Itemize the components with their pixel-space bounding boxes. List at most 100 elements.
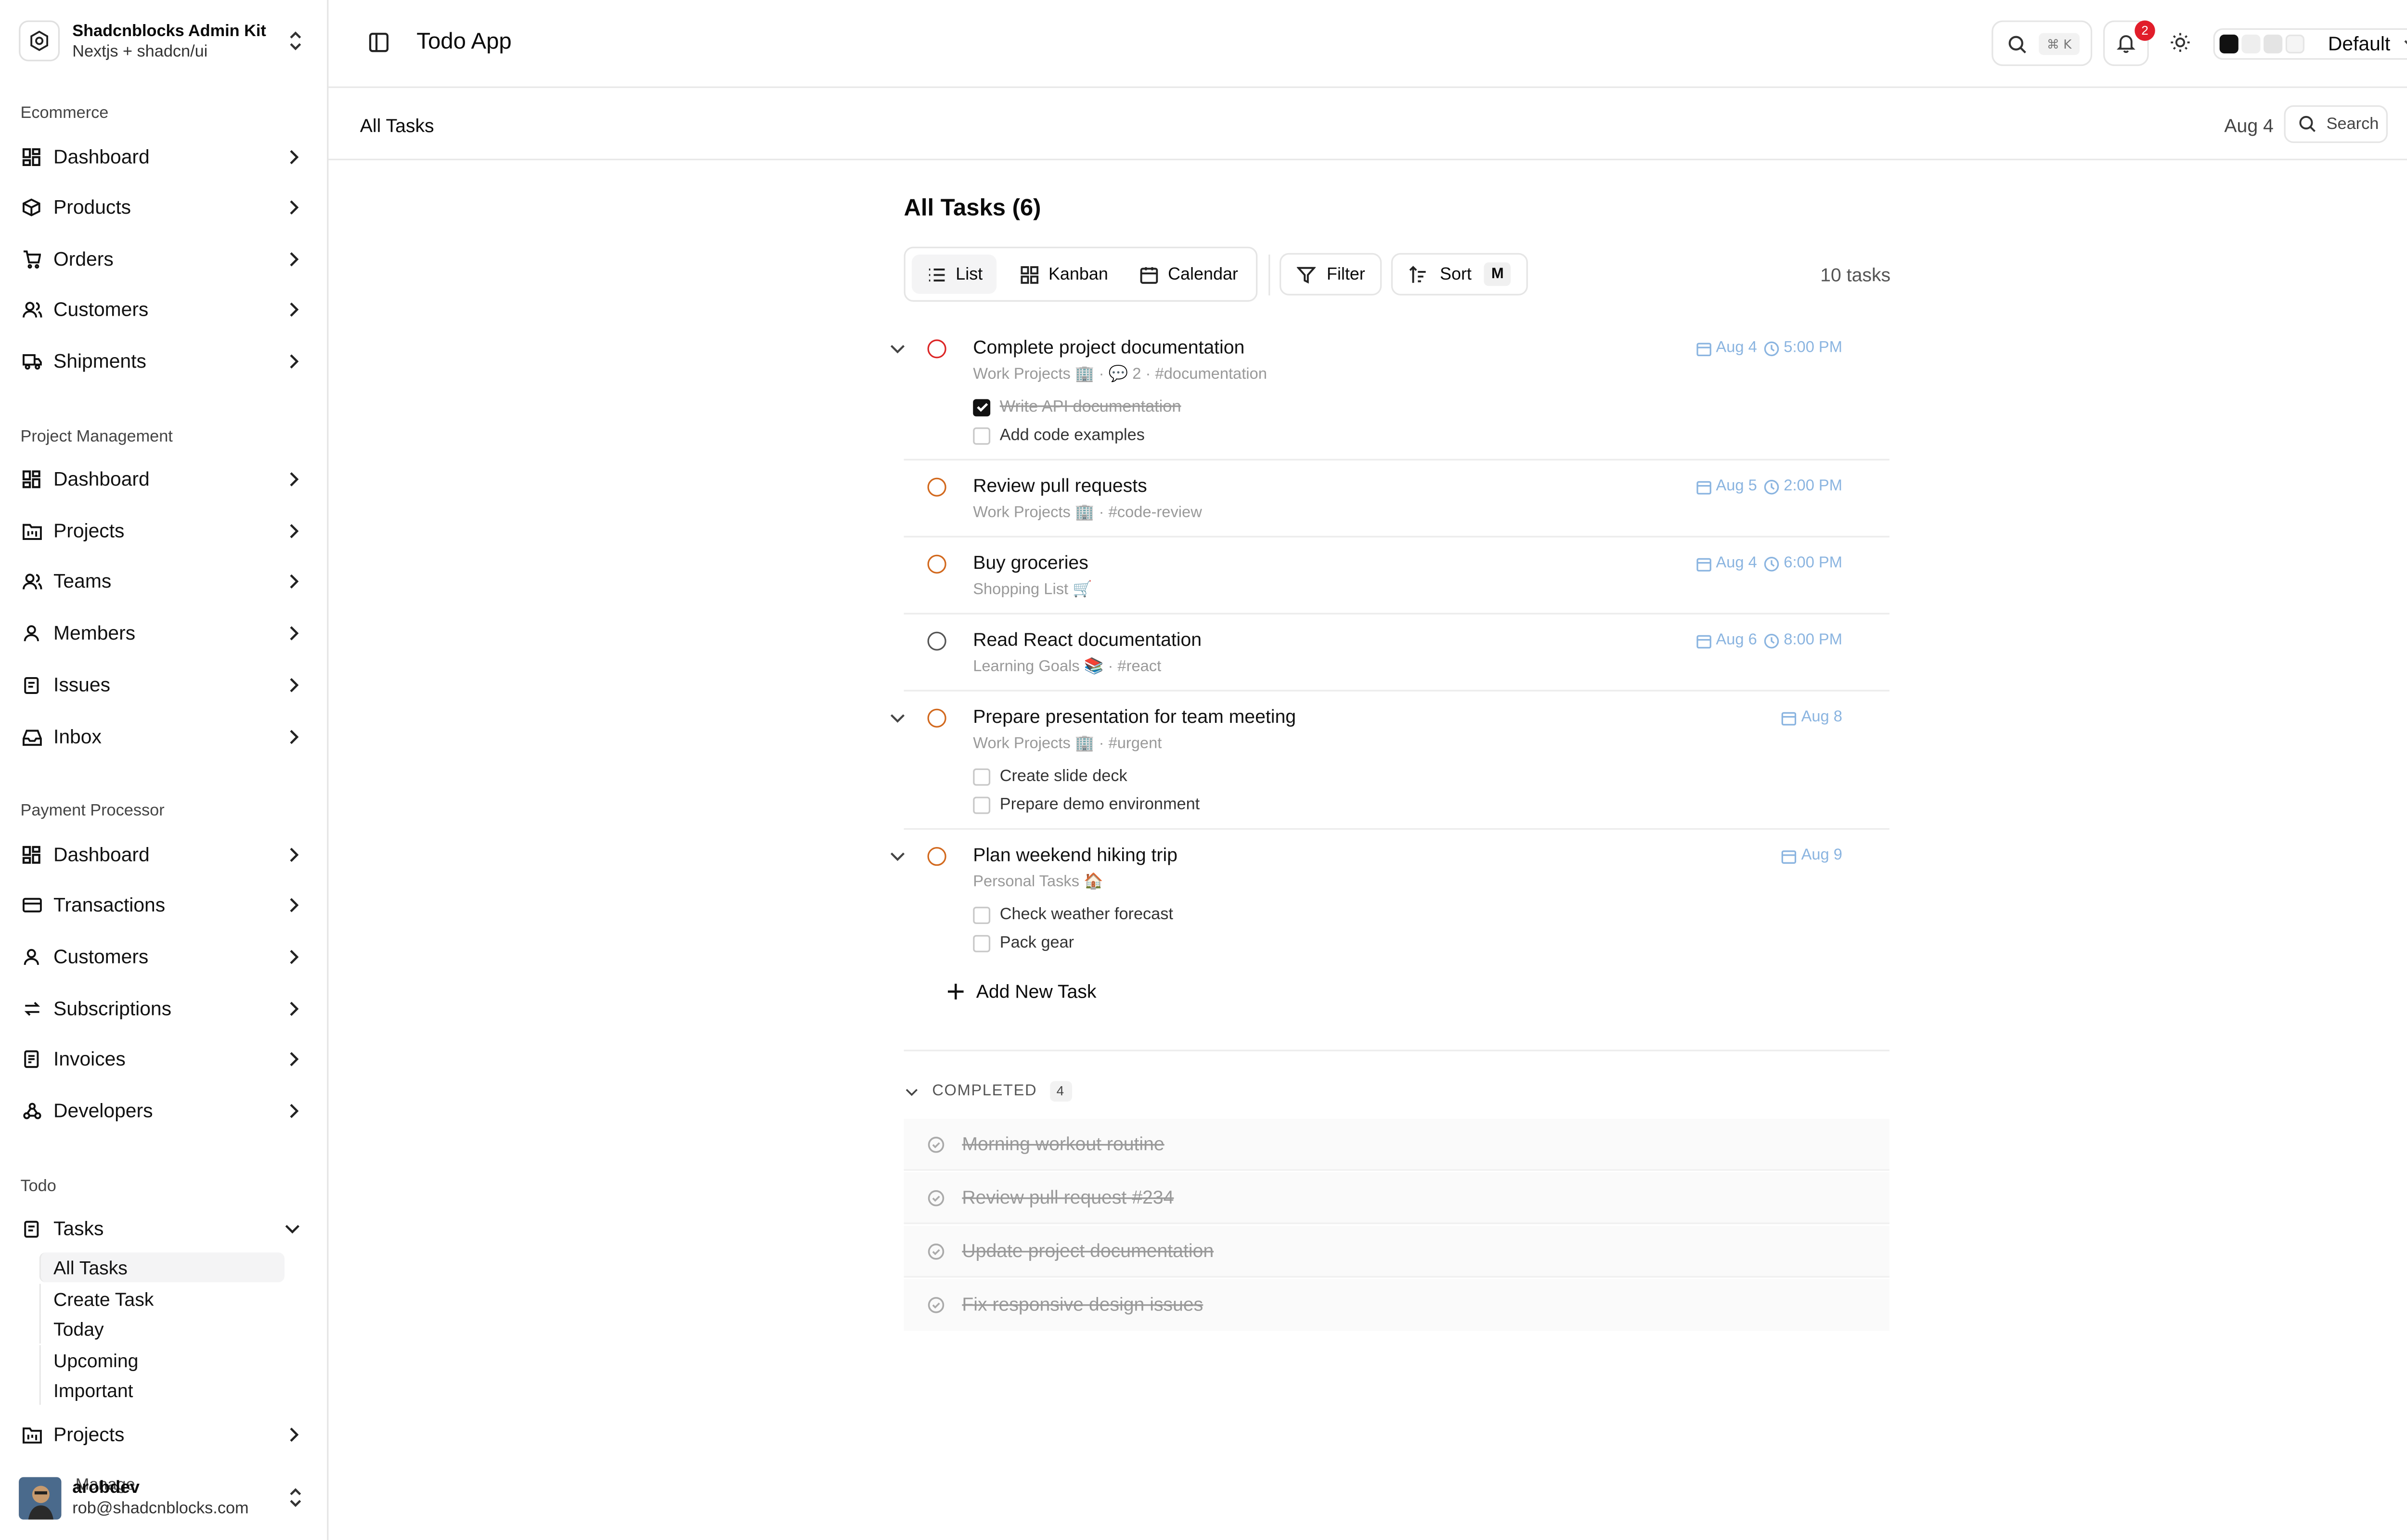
subtask-item[interactable]: Pack gear bbox=[973, 934, 1074, 952]
nav-todo-projects[interactable]: Projects bbox=[19, 1414, 308, 1455]
completed-task[interactable]: Review pull request #234 bbox=[904, 1172, 1889, 1224]
nav-pm-dashboard[interactable]: Dashboard bbox=[19, 459, 308, 500]
nav-inbox[interactable]: Inbox bbox=[19, 717, 308, 757]
search-icon bbox=[2299, 116, 2316, 132]
nav-invoices[interactable]: Invoices bbox=[19, 1039, 308, 1079]
subtask-item[interactable]: Add code examples bbox=[973, 426, 1145, 445]
nav-ecommerce-customers[interactable]: Customers bbox=[19, 289, 308, 330]
nav-label: Transactions bbox=[53, 894, 166, 916]
view-kanban-button[interactable]: Kanban bbox=[1009, 255, 1116, 294]
section-title-ecommerce: Ecommerce bbox=[20, 103, 109, 123]
nav-products[interactable]: Products bbox=[19, 187, 308, 228]
check-circle-icon[interactable] bbox=[928, 1296, 945, 1314]
nav-tasks[interactable]: Tasks bbox=[19, 1208, 308, 1249]
task-status-circle[interactable] bbox=[927, 847, 946, 866]
subnav-all-tasks[interactable]: All Tasks bbox=[39, 1252, 285, 1283]
check-circle-icon[interactable] bbox=[928, 1243, 945, 1260]
command-search-button[interactable]: ⌘ K bbox=[1992, 20, 2093, 66]
checkbox[interactable] bbox=[973, 934, 991, 952]
divider bbox=[904, 536, 1889, 538]
divider bbox=[1268, 254, 1270, 295]
chevron-right-icon bbox=[290, 898, 299, 912]
nav-teams[interactable]: Teams bbox=[19, 561, 308, 602]
user-menu[interactable]: Manage arobdev rob@shadcnblocks.com bbox=[19, 1474, 311, 1521]
page-title: All Tasks (6) bbox=[904, 194, 1041, 222]
completed-task-title: Fix responsive design issues bbox=[962, 1293, 1204, 1316]
nav-label: Dashboard bbox=[53, 844, 150, 866]
view-list-button[interactable]: List bbox=[911, 254, 997, 294]
nav-shipments[interactable]: Shipments bbox=[19, 341, 308, 382]
task-due: Aug 8 bbox=[1781, 709, 1842, 726]
check-circle-icon[interactable] bbox=[928, 1136, 945, 1154]
view-calendar-button[interactable]: Calendar bbox=[1130, 255, 1250, 294]
divider bbox=[904, 690, 1889, 692]
nav-label: Invoices bbox=[53, 1048, 126, 1070]
nav-transactions[interactable]: Transactions bbox=[19, 885, 308, 925]
nav-orders[interactable]: Orders bbox=[19, 239, 308, 280]
search-button[interactable]: Search bbox=[2284, 105, 2388, 143]
calendar-icon bbox=[1781, 711, 1796, 725]
view-switcher: List Kanban Calendar bbox=[904, 246, 1258, 302]
nav-issues[interactable]: Issues bbox=[19, 665, 308, 706]
chevron-down-icon[interactable] bbox=[888, 709, 907, 728]
task-status-circle[interactable] bbox=[927, 631, 946, 651]
nav-developers[interactable]: Developers bbox=[19, 1091, 308, 1131]
nav-subscriptions[interactable]: Subscriptions bbox=[19, 988, 308, 1029]
subtask-item[interactable]: Create slide deck bbox=[973, 767, 1127, 786]
chevron-down-icon[interactable] bbox=[888, 339, 907, 358]
nav-pay-dashboard[interactable]: Dashboard bbox=[19, 834, 308, 875]
sun-icon[interactable] bbox=[2169, 31, 2191, 53]
chevron-down-icon[interactable] bbox=[888, 847, 907, 866]
sidebar-toggle-icon[interactable] bbox=[368, 31, 390, 53]
checkbox[interactable] bbox=[973, 768, 991, 785]
checkbox[interactable] bbox=[973, 426, 991, 444]
subtask-item[interactable]: Check weather forecast bbox=[973, 905, 1173, 924]
nav-ecommerce-dashboard[interactable]: Dashboard bbox=[19, 137, 308, 178]
notifications-button[interactable]: 2 bbox=[2103, 20, 2155, 66]
filter-icon bbox=[1296, 266, 1316, 283]
task-status-circle[interactable] bbox=[927, 477, 946, 497]
nav-pay-customers[interactable]: Customers bbox=[19, 937, 308, 977]
subtask-item[interactable]: Write API documentation bbox=[973, 398, 1181, 416]
completed-task[interactable]: Update project documentation bbox=[904, 1225, 1889, 1278]
subnav-create-task[interactable]: Create Task bbox=[39, 1283, 285, 1314]
completed-task[interactable]: Fix responsive design issues bbox=[904, 1279, 1889, 1331]
completed-task[interactable]: Morning workout routine bbox=[904, 1118, 1889, 1171]
task-status-circle[interactable] bbox=[927, 339, 946, 359]
calendar-icon bbox=[1140, 266, 1158, 283]
theme-selector[interactable]: Default bbox=[2213, 28, 2407, 60]
credit-card-icon bbox=[20, 894, 42, 916]
chevron-right-icon bbox=[290, 950, 299, 964]
task-status-circle[interactable] bbox=[927, 708, 946, 728]
subnav-upcoming[interactable]: Upcoming bbox=[39, 1345, 285, 1375]
sidebar: Shadcnblocks Admin Kit Nextjs + shadcn/u… bbox=[0, 0, 329, 1540]
user-email: rob@shadcnblocks.com bbox=[72, 1499, 249, 1518]
breadcrumb: All Tasks bbox=[360, 115, 434, 137]
app-title: Todo App bbox=[416, 30, 512, 55]
task-status-circle[interactable] bbox=[927, 554, 946, 574]
completed-task-title: Update project documentation bbox=[962, 1240, 1214, 1262]
check-circle-icon[interactable] bbox=[928, 1190, 945, 1207]
subnav-today[interactable]: Today bbox=[39, 1313, 285, 1344]
checkbox[interactable] bbox=[973, 796, 991, 813]
nav-label: Issues bbox=[53, 674, 111, 696]
chevron-right-icon bbox=[290, 200, 299, 215]
subtask-item[interactable]: Prepare demo environment bbox=[973, 795, 1200, 814]
theme-label: Default bbox=[2328, 33, 2391, 55]
checkbox-checked[interactable] bbox=[973, 398, 991, 416]
section-title-payment-processor: Payment Processor bbox=[20, 801, 165, 821]
checkbox[interactable] bbox=[973, 906, 991, 924]
brand-switcher[interactable]: Shadcnblocks Admin Kit Nextjs + shadcn/u… bbox=[19, 17, 311, 67]
nav-label: Subscriptions bbox=[53, 998, 172, 1020]
add-task-button[interactable]: Add New Task bbox=[946, 981, 1096, 1002]
subnav-important[interactable]: Important bbox=[39, 1375, 285, 1405]
sort-button[interactable]: Sort M bbox=[1391, 253, 1528, 295]
nav-pm-projects[interactable]: Projects bbox=[19, 511, 308, 552]
theme-swatch bbox=[2219, 34, 2239, 54]
nav-members[interactable]: Members bbox=[19, 613, 308, 654]
completed-toggle[interactable]: COMPLETED 4 bbox=[904, 1081, 1072, 1102]
task-due: Aug 9 bbox=[1781, 847, 1842, 864]
theme-swatch bbox=[2285, 34, 2304, 54]
clipboard-icon bbox=[20, 674, 42, 696]
filter-button[interactable]: Filter bbox=[1279, 253, 1382, 295]
